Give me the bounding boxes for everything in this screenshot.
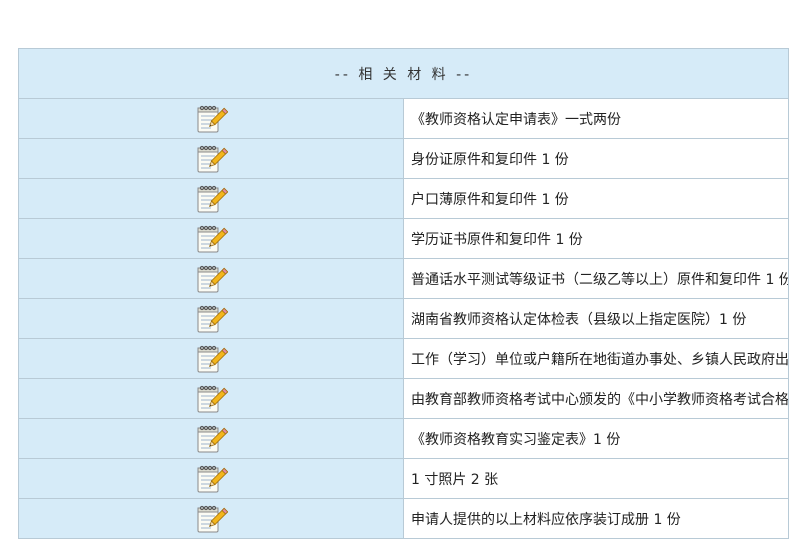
icon-cell (18, 418, 404, 459)
table-row: 由教育部教师资格考试中心颁发的《中小学教师资格考试合格证明》1 份 (18, 378, 789, 419)
notepad-pencil-icon (19, 344, 403, 374)
icon-cell (18, 178, 404, 219)
material-text: 《教师资格认定申请表》一式两份 (403, 98, 789, 139)
material-text: 湖南省教师资格认定体检表（县级以上指定医院）1 份 (403, 298, 789, 339)
table-row: 《教师资格教育实习鉴定表》1 份 (18, 418, 789, 459)
table-row: 户口薄原件和复印件 1 份 (18, 178, 789, 219)
materials-list: 《教师资格认定申请表》一式两份 身份证原件和复印件 1 份 户口薄原件和复印件 … (18, 98, 789, 539)
material-text: 由教育部教师资格考试中心颁发的《中小学教师资格考试合格证明》1 份 (403, 378, 789, 419)
table-row: 1 寸照片 2 张 (18, 458, 789, 499)
material-text: 工作（学习）单位或户籍所在地街道办事处、乡镇人民政府出具的《思想品德鉴定表》1 … (403, 338, 789, 379)
table-row: 《教师资格认定申请表》一式两份 (18, 98, 789, 139)
notepad-pencil-icon (19, 424, 403, 454)
icon-cell (18, 98, 404, 139)
icon-cell (18, 298, 404, 339)
notepad-pencil-icon (19, 504, 403, 534)
table-row: 普通话水平测试等级证书（二级乙等以上）原件和复印件 1 份 (18, 258, 789, 299)
material-text: 普通话水平测试等级证书（二级乙等以上）原件和复印件 1 份 (403, 258, 789, 299)
table-row: 申请人提供的以上材料应依序装订成册 1 份 (18, 498, 789, 539)
notepad-pencil-icon (19, 144, 403, 174)
material-text: 1 寸照片 2 张 (403, 458, 789, 499)
table-header: -- 相 关 材 料 -- (18, 48, 789, 99)
notepad-pencil-icon (19, 104, 403, 134)
icon-cell (18, 498, 404, 539)
notepad-pencil-icon (19, 184, 403, 214)
material-text: 《教师资格教育实习鉴定表》1 份 (403, 418, 789, 459)
icon-cell (18, 378, 404, 419)
notepad-pencil-icon (19, 464, 403, 494)
material-text: 户口薄原件和复印件 1 份 (403, 178, 789, 219)
material-text: 申请人提供的以上材料应依序装订成册 1 份 (403, 498, 789, 539)
icon-cell (18, 258, 404, 299)
table-row: 身份证原件和复印件 1 份 (18, 138, 789, 179)
material-text: 身份证原件和复印件 1 份 (403, 138, 789, 179)
notepad-pencil-icon (19, 384, 403, 414)
table-header-row: -- 相 关 材 料 -- (18, 48, 789, 99)
notepad-pencil-icon (19, 224, 403, 254)
table-row: 学历证书原件和复印件 1 份 (18, 218, 789, 259)
material-text: 学历证书原件和复印件 1 份 (403, 218, 789, 259)
notepad-pencil-icon (19, 264, 403, 294)
icon-cell (18, 458, 404, 499)
icon-cell (18, 138, 404, 179)
materials-table: -- 相 关 材 料 -- 《教师资格认定申请表》一式两份 身份证原件和复印件 … (18, 48, 789, 539)
notepad-pencil-icon (19, 304, 403, 334)
table-row: 工作（学习）单位或户籍所在地街道办事处、乡镇人民政府出具的《思想品德鉴定表》1 … (18, 338, 789, 379)
icon-cell (18, 338, 404, 379)
icon-cell (18, 218, 404, 259)
table-row: 湖南省教师资格认定体检表（县级以上指定医院）1 份 (18, 298, 789, 339)
